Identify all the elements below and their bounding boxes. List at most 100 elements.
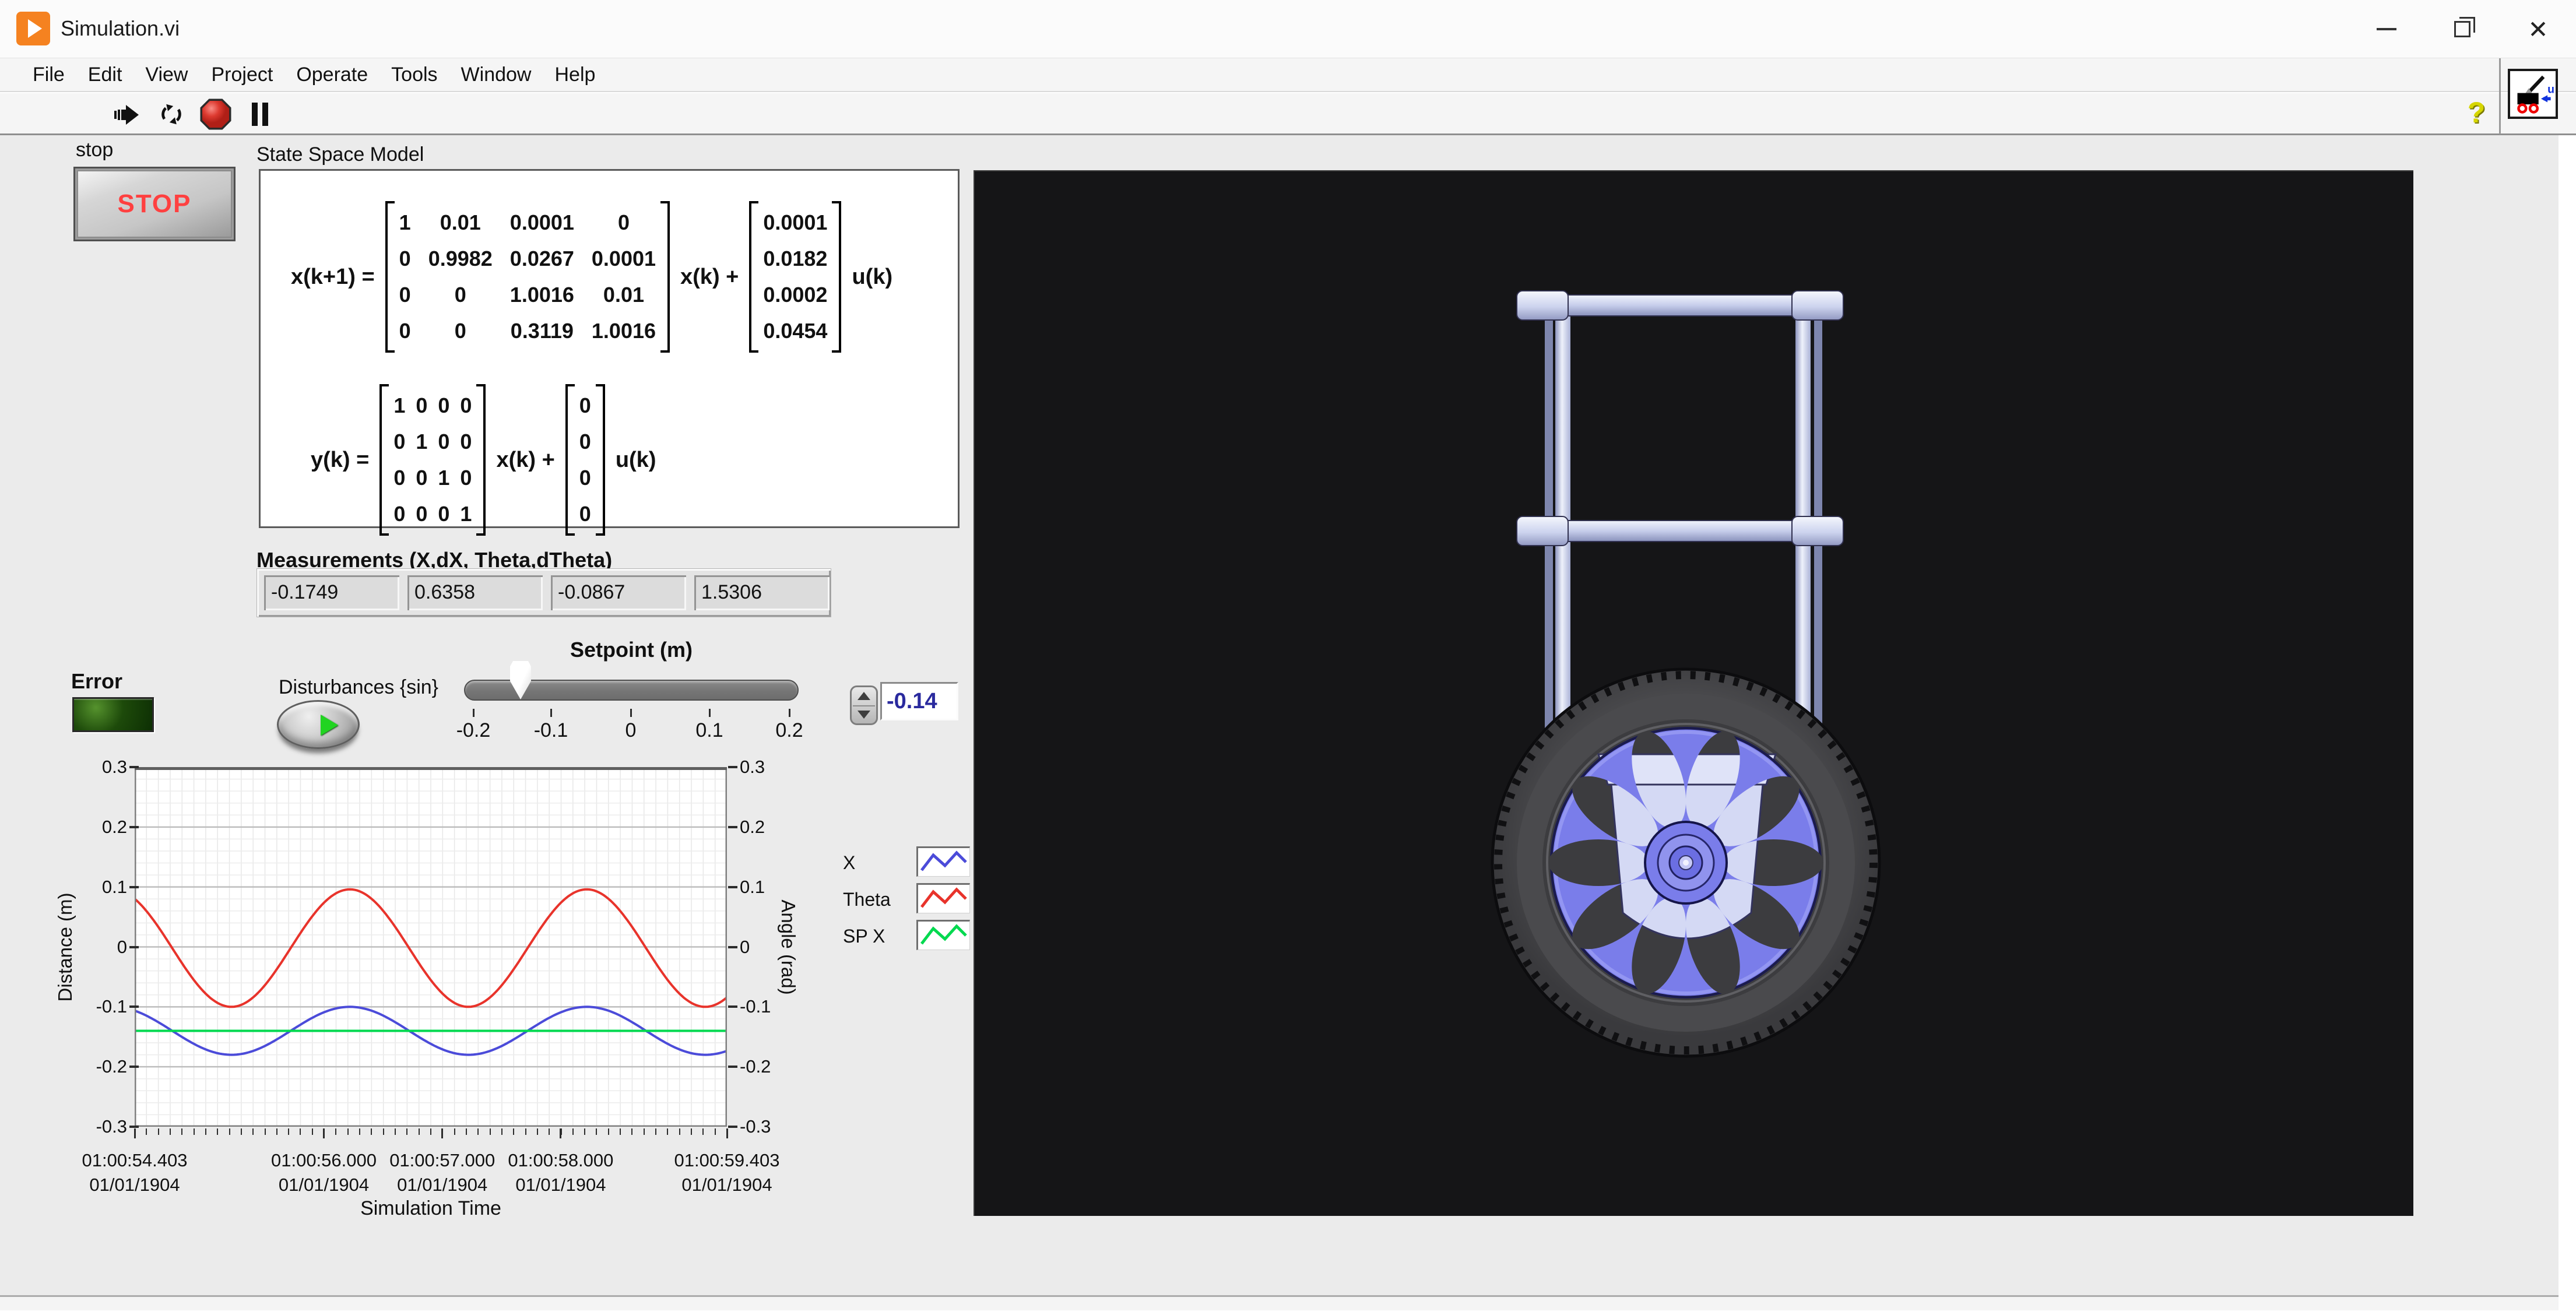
restore-button[interactable]: [2424, 0, 2500, 58]
matrix-cell: 0: [393, 502, 405, 526]
x-minor-tick: [572, 1128, 574, 1135]
menu-view[interactable]: View: [133, 64, 199, 86]
x-axis-title: Simulation Time: [320, 1197, 542, 1220]
right-axis-title: Angle (rad): [777, 899, 799, 994]
x-minor-tick: [679, 1128, 680, 1135]
matrix-cell: 1.0016: [592, 319, 656, 343]
slider-scale-label: 0.1: [674, 719, 744, 742]
x-minor-tick: [288, 1128, 289, 1135]
pause-button[interactable]: [244, 98, 276, 131]
menu-tools[interactable]: Tools: [379, 64, 449, 86]
minimize-button[interactable]: [2349, 0, 2424, 58]
x-minor-tick: [146, 1128, 147, 1135]
y-tick-right: [728, 826, 737, 828]
matrix-cell: 0.0454: [763, 319, 827, 343]
matrix-cell: 0.0267: [510, 247, 574, 271]
menu-operate[interactable]: Operate: [284, 64, 379, 86]
svg-text:u: u: [2547, 83, 2554, 96]
matrix-cell: 0.0001: [510, 210, 574, 235]
matrix-cell: 0: [416, 502, 427, 526]
matrix-cell: 0.3119: [510, 319, 574, 343]
legend-label-x[interactable]: X: [843, 852, 855, 874]
x-tick-time-label: 01:00:59.403: [616, 1150, 838, 1171]
close-icon: ✕: [2528, 15, 2548, 44]
x-minor-tick: [631, 1128, 632, 1135]
abort-button[interactable]: [199, 98, 232, 131]
matrix-cell: 0: [399, 283, 411, 307]
y-tick-label-right: -0.3: [740, 1115, 793, 1138]
matrix-cell: 0.01: [428, 210, 493, 235]
matrix-cell: 1: [438, 466, 449, 490]
matrix-cell: 0.0001: [763, 210, 827, 235]
x-minor-tick: [205, 1128, 206, 1135]
y-tick-label-right: -0.2: [740, 1055, 793, 1078]
setpoint-spinner[interactable]: [850, 685, 878, 725]
y-tick-left: [129, 1066, 139, 1068]
x-minor-tick: [217, 1128, 218, 1135]
matrix-cell: 1: [393, 393, 405, 418]
x-minor-tick: [454, 1128, 455, 1135]
x-tick-time-label: 01:00:54.403: [24, 1150, 245, 1171]
eq2-rhs: u(k): [616, 448, 656, 473]
panel-scrollbar[interactable]: [0, 1295, 2559, 1310]
menu-bar: File Edit View Project Operate Tools Win…: [0, 58, 2576, 92]
legend-label-sp-x[interactable]: SP X: [843, 926, 885, 947]
x-minor-tick: [655, 1128, 656, 1135]
x-minor-tick: [158, 1128, 159, 1135]
x-major-tick: [323, 1128, 325, 1138]
x-minor-tick: [312, 1128, 313, 1135]
toolbar-divider: [2499, 58, 2501, 134]
run-button[interactable]: [111, 98, 143, 131]
x-minor-tick: [490, 1128, 491, 1135]
state-equation-1: x(k+1) = 10.010.0001000.99820.02670.0001…: [291, 201, 958, 353]
x-minor-tick: [584, 1128, 585, 1135]
y-tick-label-right: -0.1: [740, 995, 793, 1018]
context-help-button[interactable]: ?: [2461, 93, 2491, 132]
x-minor-tick: [501, 1128, 502, 1135]
matrix-cell: 0: [438, 393, 449, 418]
state-space-panel: x(k+1) = 10.010.0001000.99820.02670.0001…: [259, 169, 960, 528]
run-continuously-button[interactable]: [155, 98, 188, 131]
measurement-theta: -0.0867: [551, 575, 686, 610]
legend-sample-sp-x[interactable]: [916, 920, 970, 950]
matrix-cell: 0: [579, 502, 591, 526]
vi-icon-button[interactable]: u: [2508, 69, 2558, 119]
pause-icon: [246, 99, 274, 129]
stop-label: stop: [76, 139, 113, 161]
menu-edit[interactable]: Edit: [76, 64, 134, 86]
increment-arrow-icon[interactable]: [858, 692, 870, 700]
setpoint-numeric-field[interactable]: -0.14: [880, 682, 958, 720]
slider-scale-tick: [789, 709, 790, 717]
stop-button[interactable]: STOP: [73, 167, 236, 241]
slider-scale-tick: [550, 709, 552, 717]
menu-file[interactable]: File: [21, 64, 76, 86]
slider-scale-tick: [473, 709, 475, 717]
run-icon: [112, 99, 142, 129]
matrix-cell: 0: [438, 502, 449, 526]
pendulum-wheel-render: [975, 171, 2415, 1217]
menu-help[interactable]: Help: [543, 64, 607, 86]
legend-label-theta[interactable]: Theta: [843, 889, 891, 910]
matrix-cell: 0: [460, 466, 472, 490]
x-minor-tick: [371, 1128, 372, 1135]
menu-project[interactable]: Project: [199, 64, 284, 86]
output-equation: y(k) = 1000010000100001 x(k) + 0000 u(k): [311, 384, 958, 536]
y-tick-left: [129, 1005, 139, 1008]
matrix-cell: 1: [399, 210, 411, 235]
close-button[interactable]: ✕: [2500, 0, 2576, 58]
x-minor-tick: [359, 1128, 360, 1135]
x-minor-tick: [513, 1128, 514, 1135]
slider-scale-tick: [630, 709, 632, 717]
disturbances-toggle[interactable]: [277, 700, 360, 749]
measurement-dtheta: 1.5306: [694, 575, 830, 610]
x-tick-date-label: 01/01/1904: [24, 1175, 245, 1196]
decrement-arrow-icon[interactable]: [858, 711, 870, 719]
eq1-mid: x(k) +: [680, 265, 739, 290]
legend-sample-x[interactable]: [916, 846, 970, 877]
matrix-cell: 0: [399, 247, 411, 271]
x-minor-tick: [419, 1128, 420, 1135]
legend-sample-theta[interactable]: [916, 883, 970, 913]
x-minor-tick: [241, 1128, 242, 1135]
x-minor-tick: [715, 1128, 716, 1135]
menu-window[interactable]: Window: [449, 64, 543, 86]
